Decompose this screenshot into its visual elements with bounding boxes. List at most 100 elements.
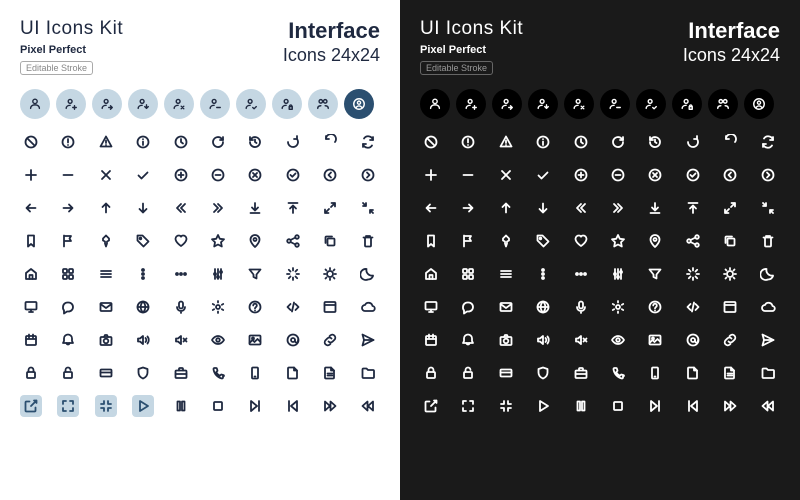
play-icon [132,395,154,417]
play-icon [532,395,554,417]
x-icon [95,164,117,186]
chevron-right-circle-icon [757,164,779,186]
chevron-left-circle-icon [319,164,341,186]
check-icon [132,164,154,186]
rotate-cw-icon [319,131,341,153]
arrow-down-icon [532,197,554,219]
alert-circle-icon [57,131,79,153]
credit-card-icon [495,362,517,384]
user-right-icon [492,89,522,119]
chat-icon [57,296,79,318]
user-add-icon [56,89,86,119]
user-pair-icon [708,89,738,119]
brand-title: Interface [283,18,380,44]
icon-dimensions: Icons 24x24 [283,45,380,66]
arrow-left-icon [20,197,42,219]
user-icon [20,89,50,119]
moon-icon [357,263,379,285]
file-icon [282,362,304,384]
smartphone-icon [644,362,666,384]
link-icon [719,329,741,351]
window-icon [719,296,741,318]
kit-title: UI Icons Kit [20,18,123,40]
icon-grid [20,131,380,417]
ban-icon [20,131,42,153]
clock-icon [570,131,592,153]
stop-icon [207,395,229,417]
icon-grid [420,131,780,417]
check-circle-icon [282,164,304,186]
phone-icon [207,362,229,384]
external-icon [20,395,42,417]
pin-icon [495,230,517,252]
mail-icon [495,296,517,318]
info-icon [532,131,554,153]
info-icon [132,131,154,153]
camera-icon [95,329,117,351]
stop-icon [607,395,629,417]
plus-icon [20,164,42,186]
user-lock-icon [672,89,702,119]
menu-icon [495,263,517,285]
more-vertical-icon [532,263,554,285]
window-icon [319,296,341,318]
link-icon [319,329,341,351]
help-icon [644,296,666,318]
eye-icon [207,329,229,351]
skip-back-icon [682,395,704,417]
user-icons-row [420,89,780,119]
chevrons-right-icon [207,197,229,219]
home-icon [420,263,442,285]
upload-icon [282,197,304,219]
trash-icon [357,230,379,252]
smartphone-icon [244,362,266,384]
collapse-icon [357,197,379,219]
minus-icon [57,164,79,186]
maximize-icon [57,395,79,417]
kit-title: UI Icons Kit [420,18,523,40]
user-lock-icon [272,89,302,119]
star-icon [607,230,629,252]
calendar-icon [420,329,442,351]
briefcase-icon [170,362,192,384]
user-right-icon [92,89,122,119]
pin-icon [95,230,117,252]
monitor-icon [20,296,42,318]
camera-icon [495,329,517,351]
lock-icon [420,362,442,384]
user-icons-row [20,89,380,119]
rotate-icon [682,131,704,153]
download-icon [244,197,266,219]
help-icon [244,296,266,318]
pause-icon [570,395,592,417]
arrow-right-icon [57,197,79,219]
filter-icon [644,263,666,285]
x-icon [495,164,517,186]
arrow-left-icon [420,197,442,219]
user-down-icon [128,89,158,119]
user-remove-icon [164,89,194,119]
kit-subtitle: Pixel Perfect [20,44,123,56]
apps-icon [57,263,79,285]
pause-icon [170,395,192,417]
minus-circle-icon [607,164,629,186]
plus-circle-icon [570,164,592,186]
user-check-icon [636,89,666,119]
cloud-icon [357,296,379,318]
user-circle-icon [744,89,774,119]
x-circle-icon [644,164,666,186]
unlock-icon [57,362,79,384]
history-icon [244,131,266,153]
kit-subtitle: Pixel Perfect [420,44,523,56]
refresh-icon [607,131,629,153]
volume-icon [132,329,154,351]
calendar-icon [20,329,42,351]
copy-icon [719,230,741,252]
shield-icon [532,362,554,384]
file-text-icon [319,362,341,384]
more-horizontal-icon [570,263,592,285]
skip-forward-icon [244,395,266,417]
chevron-right-circle-icon [357,164,379,186]
home-icon [20,263,42,285]
cloud-icon [757,296,779,318]
